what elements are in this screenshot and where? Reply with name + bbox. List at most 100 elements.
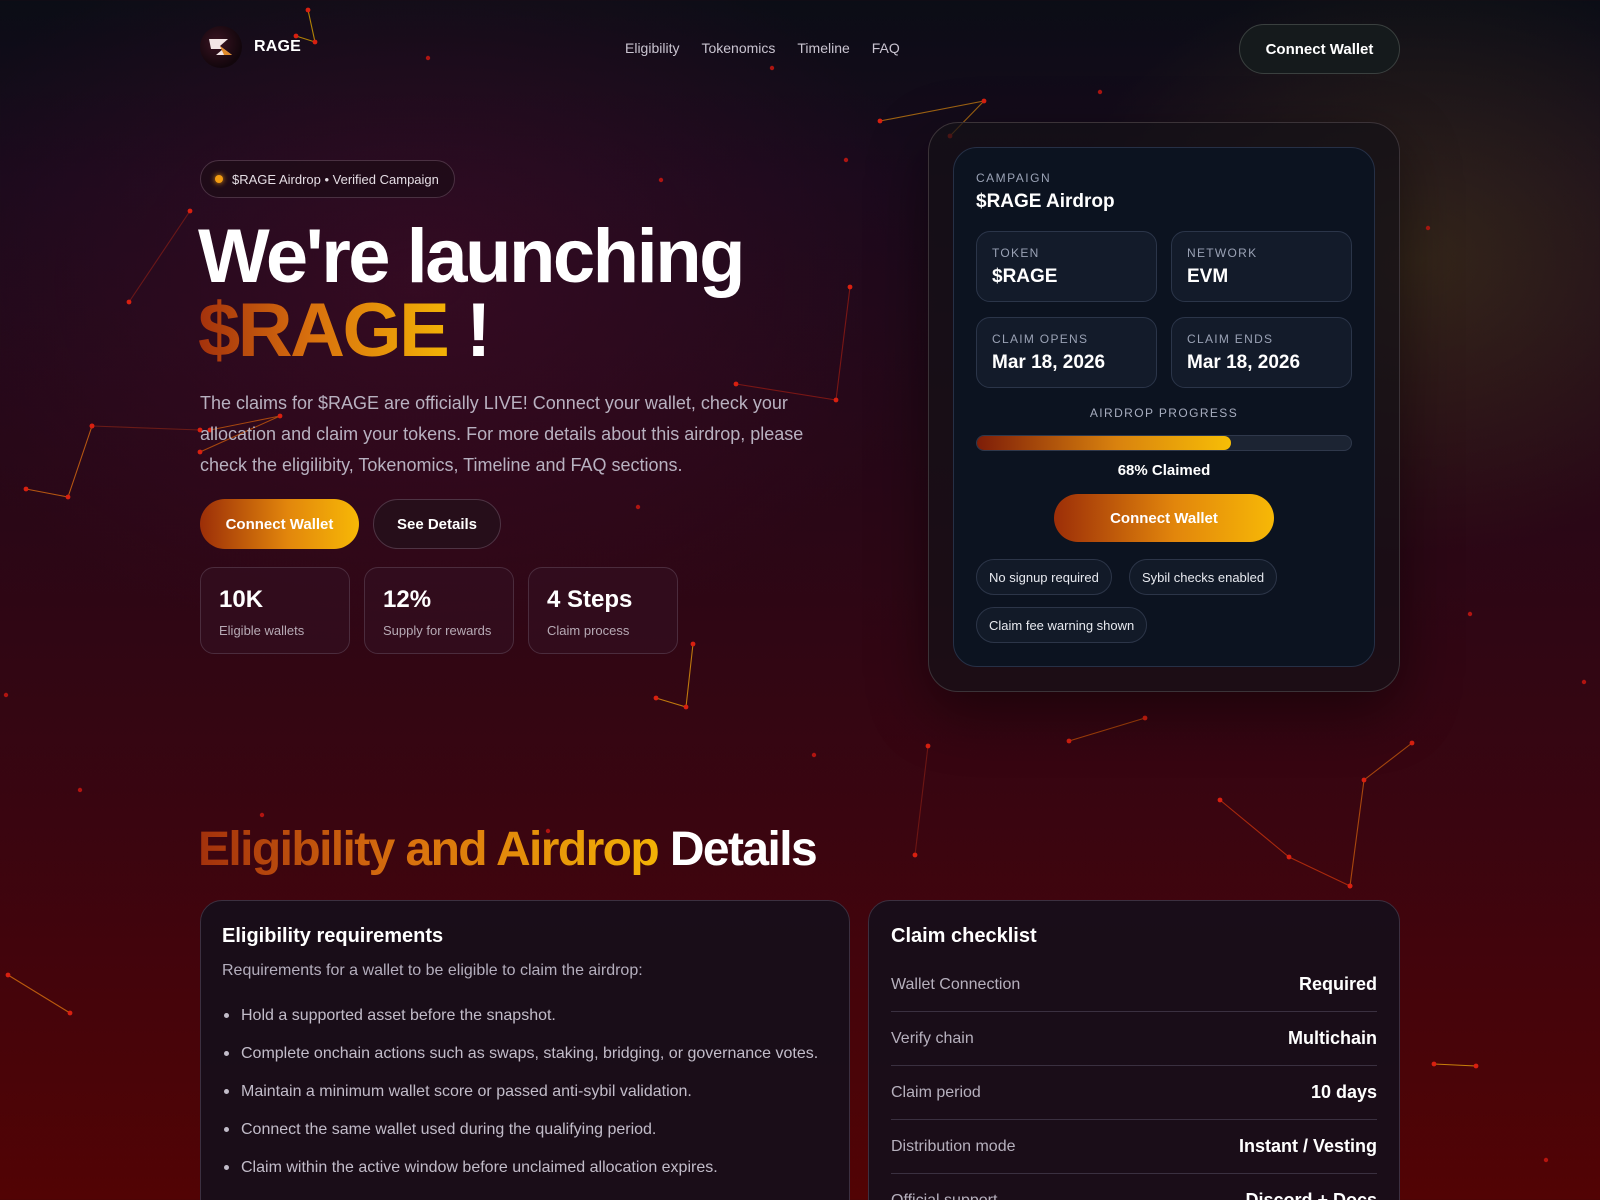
network-line: [1349, 742, 1413, 887]
field-value: $RAGE: [992, 266, 1058, 287]
hero-description: The claims for $RAGE are officially LIVE…: [200, 393, 804, 475]
field-label: CLAIM ENDS: [1187, 332, 1274, 346]
list-item: Complete onchain actions such as swaps, …: [222, 1040, 822, 1067]
stat-card: 10K Eligible wallets: [200, 567, 350, 654]
network-line: [7, 974, 71, 1014]
header-connect-wallet-button[interactable]: Connect Wallet: [1239, 24, 1400, 74]
nav-tokenomics[interactable]: Tokenomics: [701, 40, 775, 56]
network-node: [126, 299, 132, 305]
network-line: [91, 425, 201, 431]
field-label: NETWORK: [1187, 246, 1258, 260]
list-item: Connect the same wallet used during the …: [222, 1116, 822, 1143]
row-key: Verify chain: [891, 1029, 974, 1047]
network-node: [1581, 679, 1587, 685]
network-node: [733, 381, 739, 387]
list-item: Claim within the active window before un…: [222, 1154, 822, 1181]
checklist-title: Claim checklist: [891, 925, 1037, 947]
network-field: NETWORK EVM: [1171, 231, 1352, 302]
network-node: [259, 812, 265, 818]
main-nav: Eligibility Tokenomics Timeline FAQ: [625, 40, 900, 56]
hero-connect-wallet-button[interactable]: Connect Wallet: [200, 499, 359, 549]
field-label: TOKEN: [992, 246, 1040, 260]
badge-text: $RAGE Airdrop • Verified Campaign: [232, 171, 439, 187]
stat-value: 12%: [383, 586, 432, 613]
network-node: [1409, 740, 1415, 746]
network-node: [1543, 1157, 1549, 1163]
hero-title-token: $RAGE: [198, 288, 450, 373]
network-node: [981, 98, 987, 104]
network-node: [1467, 611, 1473, 617]
network-node: [77, 787, 83, 793]
network-node: [1066, 738, 1072, 744]
network-node: [658, 177, 664, 183]
brand-logo[interactable]: RAGE: [200, 26, 301, 68]
row-key: Claim period: [891, 1083, 981, 1101]
feature-pill: No signup required: [976, 559, 1112, 595]
network-node: [1217, 797, 1223, 803]
checklist-table: Wallet Connection Required Verify chain …: [891, 958, 1377, 1200]
table-row: Wallet Connection Required: [891, 958, 1377, 1012]
network-node: [425, 55, 431, 61]
list-item: Hold a supported asset before the snapsh…: [222, 1002, 822, 1029]
stat-label: Claim process: [547, 623, 630, 638]
network-node: [1431, 1061, 1437, 1067]
row-value: 10 days: [1310, 1082, 1377, 1102]
requirements-title: Eligibility requirements: [222, 925, 444, 947]
hero-title-exclamation: !: [465, 288, 491, 373]
requirements-list: Hold a supported asset before the snapsh…: [222, 1002, 822, 1192]
card-connect-wallet-button[interactable]: Connect Wallet: [1054, 494, 1274, 542]
network-node: [1425, 225, 1431, 231]
list-item: Maintain a minimum wallet score or passe…: [222, 1078, 822, 1105]
network-node: [3, 692, 9, 698]
field-value: EVM: [1187, 266, 1229, 287]
network-node: [1142, 715, 1148, 721]
section-title-highlight: Eligibility and Airdrop: [198, 823, 660, 876]
network-line: [914, 745, 929, 856]
network-node: [89, 423, 95, 429]
claim-opens-field: CLAIM OPENS Mar 18, 2026: [976, 317, 1157, 388]
network-node: [847, 284, 853, 290]
network-line: [1068, 717, 1146, 742]
network-node: [811, 752, 817, 758]
network-node: [5, 972, 11, 978]
nav-timeline[interactable]: Timeline: [797, 40, 849, 56]
network-node: [312, 39, 318, 45]
network-node: [843, 157, 849, 163]
stat-label: Eligible wallets: [219, 623, 305, 638]
network-line: [128, 210, 191, 303]
nav-eligibility[interactable]: Eligibility: [625, 40, 679, 56]
stat-value: 4 Steps: [547, 586, 633, 613]
network-node: [635, 504, 641, 510]
section-title-plain: Details: [669, 823, 818, 876]
progress-text: 68% Claimed: [1117, 462, 1211, 479]
token-field: TOKEN $RAGE: [976, 231, 1157, 302]
table-row: Official support Discord + Docs: [891, 1174, 1377, 1200]
row-key: Wallet Connection: [891, 975, 1021, 993]
section-title: Eligibility and Airdrop Details: [198, 820, 818, 880]
airdrop-progress-bar: [976, 435, 1352, 451]
network-node: [683, 704, 689, 710]
network-node: [877, 118, 883, 124]
see-details-button[interactable]: See Details: [373, 499, 501, 549]
airdrop-progress-fill: [977, 436, 1232, 450]
network-node: [1286, 854, 1292, 860]
network-line: [1219, 799, 1351, 887]
network-node: [67, 1010, 73, 1016]
row-value: Instant / Vesting: [1238, 1136, 1377, 1156]
row-value: Discord + Docs: [1245, 1190, 1377, 1200]
row-value: Required: [1298, 974, 1377, 994]
table-row: Claim period 10 days: [891, 1066, 1377, 1120]
network-node: [1347, 883, 1353, 889]
progress-label: AIRDROP PROGRESS: [1089, 406, 1239, 420]
network-line: [1433, 1063, 1477, 1067]
network-node: [925, 743, 931, 749]
feature-pill: Claim fee warning shown: [976, 607, 1148, 643]
network-node: [690, 641, 696, 647]
claim-ends-field: CLAIM ENDS Mar 18, 2026: [1171, 317, 1352, 388]
network-node: [1097, 89, 1103, 95]
campaign-title: $RAGE Airdrop: [976, 191, 1115, 212]
nav-faq[interactable]: FAQ: [872, 40, 900, 56]
network-line: [25, 425, 93, 498]
network-node: [1361, 777, 1367, 783]
status-dot-icon: [215, 175, 223, 183]
